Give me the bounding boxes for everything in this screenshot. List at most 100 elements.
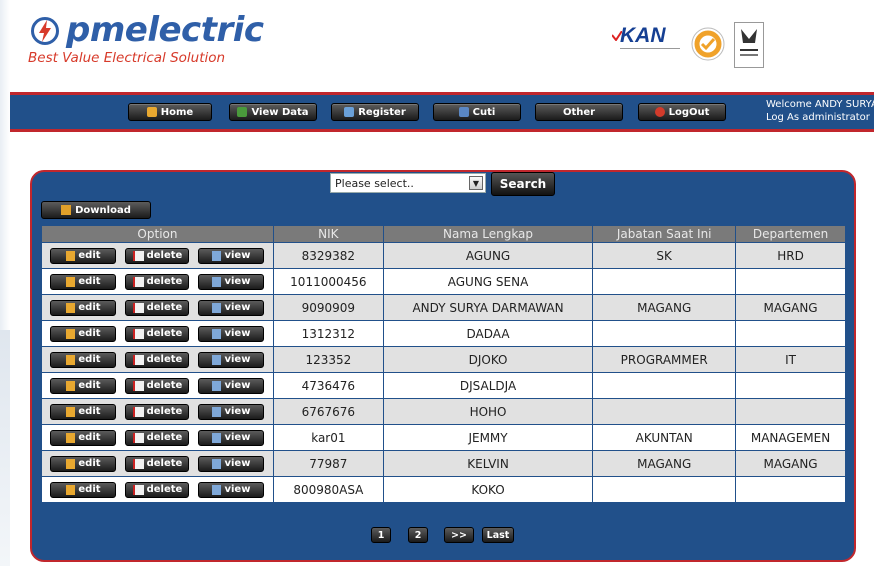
- view-button[interactable]: view: [198, 455, 265, 472]
- view-button[interactable]: view: [198, 481, 265, 498]
- delete-button[interactable]: delete: [125, 481, 190, 498]
- filter-select[interactable]: Please select.. ▼: [330, 173, 486, 193]
- download-button[interactable]: Download: [41, 201, 151, 219]
- edit-button[interactable]: edit: [50, 377, 117, 394]
- view-button[interactable]: view: [198, 403, 265, 420]
- page-next-button[interactable]: >>: [444, 527, 474, 543]
- delete-button[interactable]: delete: [125, 455, 190, 472]
- edit-button[interactable]: edit: [50, 481, 117, 498]
- delete-icon: [132, 250, 144, 261]
- chevron-down-icon[interactable]: ▼: [469, 176, 483, 190]
- cell-jabatan: PROGRAMMER: [592, 346, 737, 373]
- cell-departemen: [735, 372, 846, 399]
- edit-icon: [66, 354, 76, 365]
- row-options: edit delete view: [41, 320, 274, 347]
- cell-nik: 77987: [272, 450, 384, 477]
- cell-jabatan: MAGANG: [592, 450, 737, 477]
- edit-button[interactable]: edit: [50, 455, 117, 472]
- cell-nik: 9090909: [272, 294, 384, 321]
- view-icon: [212, 354, 222, 365]
- cell-jabatan: MAGANG: [592, 294, 737, 321]
- table-row: edit delete view 1011000456 AGUNG SENA: [41, 268, 846, 295]
- page-left-shadow: [0, 0, 10, 566]
- delete-button[interactable]: delete: [125, 403, 190, 420]
- delete-button[interactable]: delete: [125, 247, 190, 264]
- register-icon: [344, 107, 355, 117]
- view-button[interactable]: view: [198, 247, 265, 264]
- edit-button[interactable]: edit: [50, 247, 117, 264]
- search-button[interactable]: Search: [491, 172, 555, 196]
- row-options: edit delete view: [41, 268, 274, 295]
- row-options: edit delete view: [41, 294, 274, 321]
- cell-departemen: [735, 320, 846, 347]
- header-jabatan[interactable]: Jabatan Saat Ini: [592, 225, 737, 243]
- cell-nik: 1312312: [272, 320, 384, 347]
- cell-nama: KELVIN: [382, 450, 594, 477]
- table-row: edit delete view kar01 JEMMY AKUNTAN MANAGEMEN: [41, 424, 846, 451]
- delete-icon: [132, 458, 144, 469]
- edit-icon: [66, 432, 76, 443]
- edit-button[interactable]: edit: [50, 273, 117, 290]
- header-option: Option: [41, 225, 274, 243]
- header-nama[interactable]: Nama Lengkap: [382, 225, 594, 243]
- page-2-button[interactable]: 2: [408, 527, 428, 543]
- row-options: edit delete view: [41, 450, 274, 477]
- home-icon: [146, 107, 157, 117]
- delete-icon: [132, 354, 144, 365]
- edit-button[interactable]: edit: [50, 299, 117, 316]
- edit-button[interactable]: edit: [50, 403, 117, 420]
- edit-icon: [66, 458, 76, 469]
- delete-button[interactable]: delete: [125, 351, 190, 368]
- delete-icon: [132, 328, 144, 339]
- page-last-button[interactable]: Last: [482, 527, 514, 543]
- delete-button[interactable]: delete: [125, 325, 190, 342]
- brand-logo[interactable]: pmelectric Best Value Electrical Solutio…: [28, 10, 268, 70]
- cell-departemen: [735, 476, 846, 503]
- view-button[interactable]: view: [198, 299, 265, 316]
- delete-button[interactable]: delete: [125, 429, 190, 446]
- delete-icon: [132, 432, 144, 443]
- nav-home-button[interactable]: Home: [128, 103, 212, 121]
- view-button[interactable]: view: [198, 273, 265, 290]
- cell-nama: JEMMY: [382, 424, 594, 451]
- table-row: edit delete view 4736476 DJSALDJA: [41, 372, 846, 399]
- nav-register-button[interactable]: Register: [331, 103, 419, 121]
- nav-other-button[interactable]: Other: [535, 103, 623, 121]
- view-button[interactable]: view: [198, 325, 265, 342]
- row-options: edit delete view: [41, 346, 274, 373]
- nav-logout-button[interactable]: LogOut: [638, 103, 726, 121]
- cell-departemen: IT: [735, 346, 846, 373]
- view-icon: [212, 484, 222, 495]
- header-nik[interactable]: NIK: [272, 225, 384, 243]
- delete-icon: [132, 302, 144, 313]
- cell-jabatan: [592, 398, 737, 425]
- edit-button[interactable]: edit: [50, 325, 117, 342]
- page-1-button[interactable]: 1: [371, 527, 391, 543]
- edit-icon: [66, 302, 76, 313]
- delete-button[interactable]: delete: [125, 377, 190, 394]
- table-row: edit delete view 800980ASA KOKO: [41, 476, 846, 503]
- view-button[interactable]: view: [198, 351, 265, 368]
- cell-departemen: [735, 268, 846, 295]
- cell-nik: 800980ASA: [272, 476, 384, 503]
- view-icon: [212, 432, 222, 443]
- edit-button[interactable]: edit: [50, 429, 117, 446]
- view-button[interactable]: view: [198, 429, 265, 446]
- delete-button[interactable]: delete: [125, 299, 190, 316]
- header-departemen[interactable]: Departemen: [735, 225, 846, 243]
- view-icon: [212, 302, 222, 313]
- cell-nama: ANDY SURYA DARMAWAN: [382, 294, 594, 321]
- download-icon: [61, 205, 72, 215]
- nav-view-data-button[interactable]: View Data: [229, 103, 317, 121]
- edit-icon: [66, 250, 76, 261]
- nav-cuti-button[interactable]: Cuti: [433, 103, 521, 121]
- kan-logo: KAN: [612, 24, 684, 64]
- delete-button[interactable]: delete: [125, 273, 190, 290]
- edit-button[interactable]: edit: [50, 351, 117, 368]
- table-row: edit delete view 123352 DJOKO PROGRAMMER IT: [41, 346, 846, 373]
- pagination: 1 2 >> Last: [0, 527, 874, 543]
- view-button[interactable]: view: [198, 377, 265, 394]
- view-icon: [212, 250, 222, 261]
- cell-nama: AGUNG SENA: [382, 268, 594, 295]
- cell-nik: 6767676: [272, 398, 384, 425]
